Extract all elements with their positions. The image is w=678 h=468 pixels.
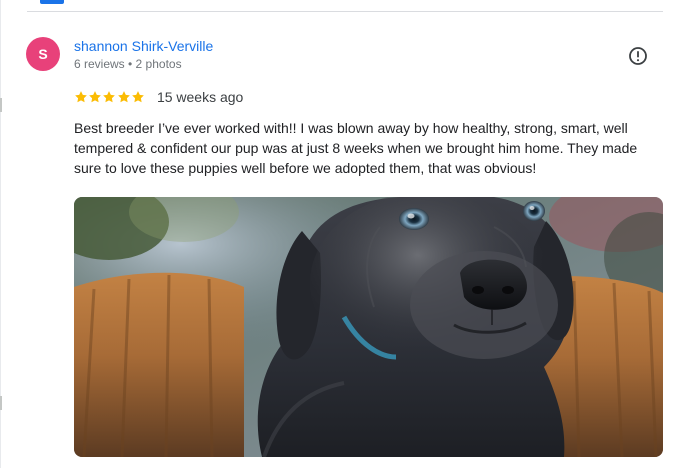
star-icon	[102, 90, 116, 104]
reviewer-name-link[interactable]: shannon Shirk-Verville	[74, 38, 213, 54]
top-divider	[27, 11, 663, 12]
avatar-initial: S	[38, 46, 48, 62]
star-icon	[117, 90, 131, 104]
star-rating	[74, 90, 145, 104]
avatar[interactable]: S	[26, 37, 60, 71]
scroll-marker	[0, 396, 2, 410]
scroll-marker	[0, 98, 2, 112]
review-date: 15 weeks ago	[156, 89, 244, 105]
star-icon	[131, 90, 145, 104]
reviewer-meta: 6 reviews • 2 photos	[74, 57, 182, 71]
tab-indicator	[40, 0, 64, 4]
star-icon	[88, 90, 102, 104]
review-photo[interactable]	[74, 197, 663, 457]
report-icon[interactable]	[628, 46, 648, 66]
review-text: Best breeder I’ve ever worked with!! I w…	[74, 120, 638, 176]
star-icon	[74, 90, 88, 104]
rating-row: 15 weeks ago	[74, 89, 243, 105]
review-panel: S shannon Shirk-Verville 6 reviews • 2 p…	[0, 0, 678, 468]
